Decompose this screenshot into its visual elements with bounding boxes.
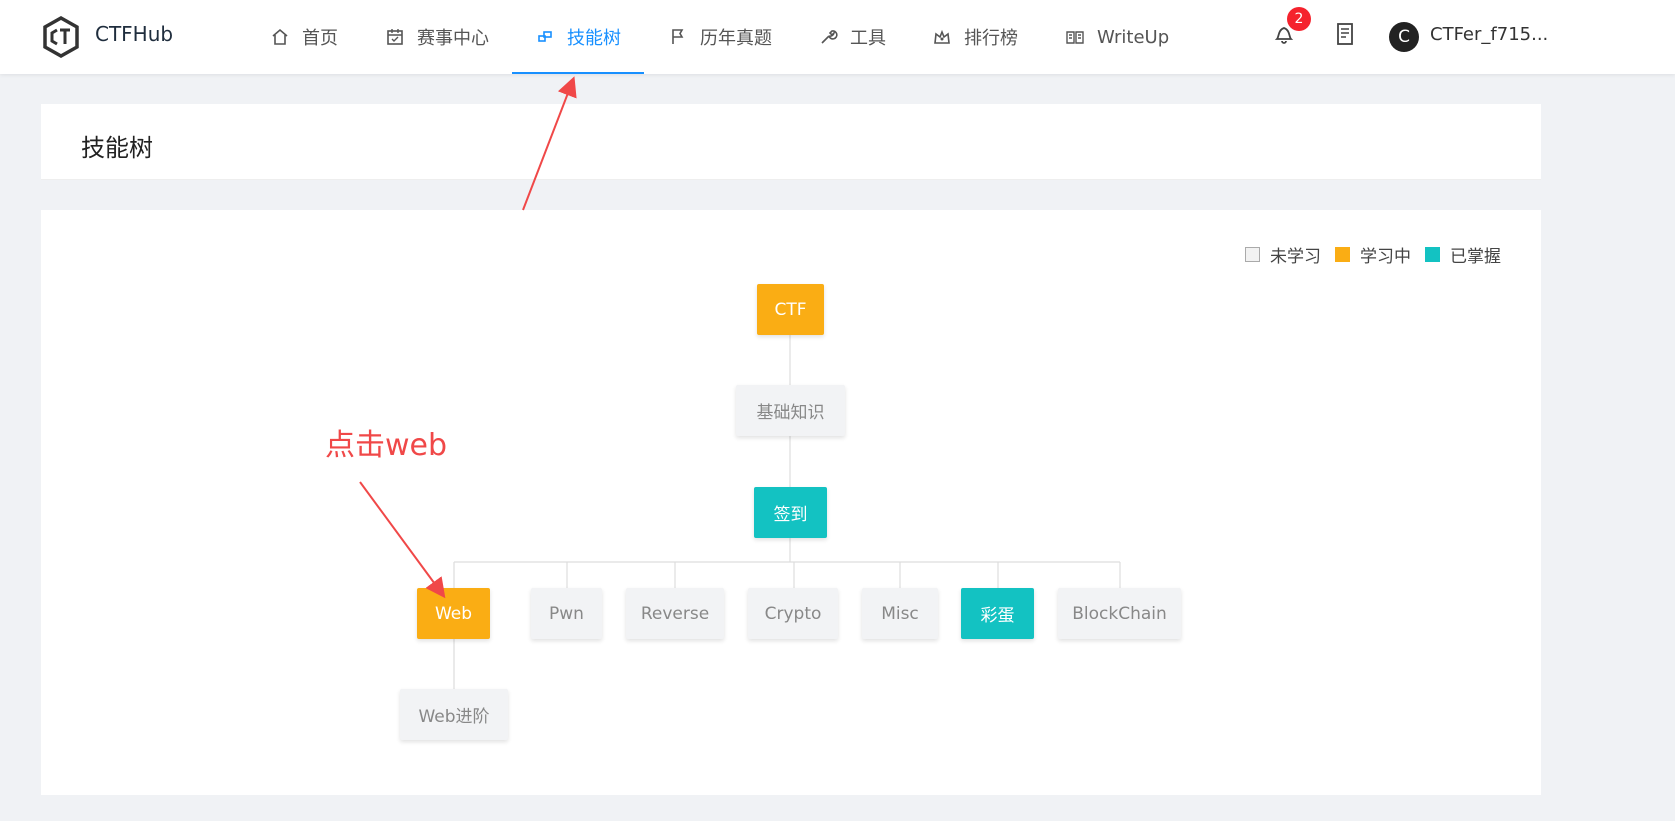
nav-skill-tree-label: 技能树 bbox=[567, 28, 621, 49]
node-checkin[interactable]: 签到 bbox=[754, 487, 827, 538]
notification-badge: 2 bbox=[1287, 7, 1311, 31]
avatar[interactable]: C bbox=[1389, 22, 1419, 52]
node-easter-egg[interactable]: 彩蛋 bbox=[961, 588, 1034, 639]
nav-skill-tree[interactable]: 技能树 bbox=[535, 0, 621, 74]
top-navbar: CTFHub 首页 赛事中心 技能树 历年真题 工具 排行榜 WriteUp 2… bbox=[0, 0, 1675, 74]
crown-icon bbox=[934, 29, 950, 44]
legend-swatch-mastered bbox=[1425, 247, 1440, 262]
nav-ranking[interactable]: 排行榜 bbox=[932, 0, 1018, 74]
legend-label: 学习中 bbox=[1360, 247, 1411, 267]
skill-tree-card: 未学习 学习中 已掌握 CTF 基础知识 签到 Web Pwn Reverse … bbox=[41, 210, 1541, 795]
node-blockchain[interactable]: BlockChain bbox=[1058, 588, 1181, 639]
node-misc[interactable]: Misc bbox=[862, 588, 938, 639]
document-icon[interactable] bbox=[1335, 22, 1355, 46]
book-icon bbox=[1066, 31, 1084, 44]
nav-tools[interactable]: 工具 bbox=[818, 0, 886, 74]
page-title: 技能树 bbox=[81, 134, 153, 162]
legend-mastered: 已掌握 bbox=[1425, 242, 1501, 267]
annotation-click-web: 点击web bbox=[325, 428, 448, 463]
active-tab-indicator bbox=[512, 72, 644, 74]
nav-home-label: 首页 bbox=[302, 28, 338, 49]
node-basic-knowledge[interactable]: 基础知识 bbox=[736, 385, 845, 436]
node-web[interactable]: Web bbox=[417, 588, 490, 639]
legend-label: 未学习 bbox=[1270, 247, 1321, 267]
node-reverse[interactable]: Reverse bbox=[626, 588, 724, 639]
node-crypto[interactable]: Crypto bbox=[748, 588, 838, 639]
legend-swatch-not-learned bbox=[1245, 247, 1260, 262]
nav-writeup-label: WriteUp bbox=[1097, 26, 1170, 48]
legend-swatch-learning bbox=[1335, 247, 1350, 262]
legend-not-learned: 未学习 bbox=[1245, 242, 1321, 267]
home-icon bbox=[272, 28, 288, 45]
legend-learning: 学习中 bbox=[1335, 242, 1411, 267]
nav-past-exams-label: 历年真题 bbox=[700, 28, 772, 49]
nav-past-exams[interactable]: 历年真题 bbox=[668, 0, 772, 74]
skill-tree-icon bbox=[538, 31, 552, 42]
node-web-advanced[interactable]: Web进阶 bbox=[400, 689, 508, 740]
node-ctf[interactable]: CTF bbox=[757, 284, 824, 335]
flag-icon bbox=[672, 29, 684, 44]
username[interactable]: CTFer_f715... bbox=[1430, 24, 1548, 45]
legend: 未学习 学习中 已掌握 bbox=[1231, 242, 1501, 267]
nav-home[interactable]: 首页 bbox=[270, 0, 338, 74]
page-title-card: 技能树 bbox=[41, 104, 1541, 180]
calendar-icon bbox=[387, 29, 403, 45]
wrench-icon bbox=[821, 30, 838, 44]
nav-ranking-label: 排行榜 bbox=[964, 28, 1018, 49]
nav-tools-label: 工具 bbox=[850, 28, 886, 49]
node-pwn[interactable]: Pwn bbox=[531, 588, 602, 639]
nav-writeup[interactable]: WriteUp bbox=[1065, 0, 1169, 74]
ctfhub-logo-icon[interactable] bbox=[42, 16, 80, 58]
nav-events[interactable]: 赛事中心 bbox=[385, 0, 489, 74]
brand-name[interactable]: CTFHub bbox=[95, 22, 173, 46]
nav-events-label: 赛事中心 bbox=[417, 28, 489, 49]
legend-label: 已掌握 bbox=[1450, 247, 1501, 267]
